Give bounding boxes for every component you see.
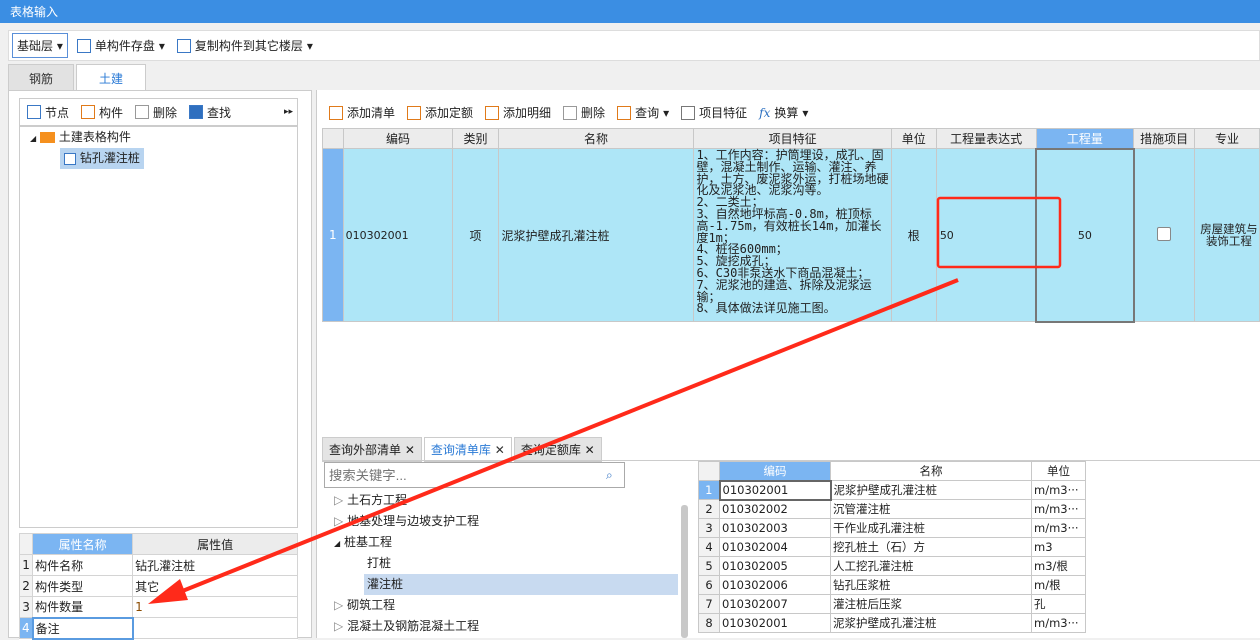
annotation-layer xyxy=(148,196,1062,604)
annotation-arrow-head xyxy=(148,579,188,604)
annotation-arrow-line xyxy=(174,278,959,596)
annotation-box xyxy=(936,196,1062,269)
